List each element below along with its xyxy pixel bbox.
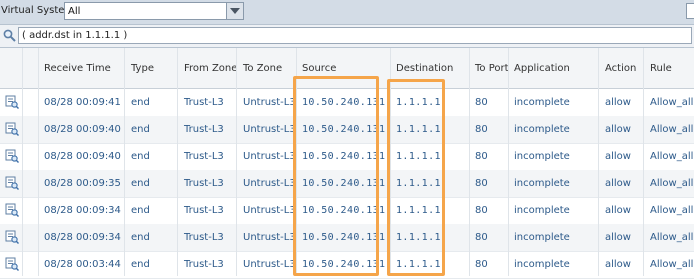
cell-receive-time: 08/28 00:03:44	[44, 259, 121, 270]
cell-type: end	[131, 97, 150, 108]
column-header-type[interactable]: Type	[131, 63, 154, 74]
cell-to-port: 80	[475, 151, 488, 162]
cell-receive-time: 08/28 00:09:34	[44, 205, 121, 216]
cell-action: allow	[605, 124, 631, 135]
detail-view-icon[interactable]	[5, 95, 19, 112]
filter-bar: ( addr.dst in 1.1.1.1 )	[0, 25, 694, 48]
cell-from-zone: Trust-L3	[184, 178, 224, 189]
detail-view-icon[interactable]	[5, 203, 19, 220]
chevron-down-icon[interactable]	[226, 3, 243, 19]
cell-to-zone: Untrust-L3	[243, 205, 296, 216]
cell-to-port: 80	[475, 124, 488, 135]
cell-receive-time: 08/28 00:09:40	[44, 151, 121, 162]
cell-from-zone: Trust-L3	[184, 205, 224, 216]
cell-from-zone: Trust-L3	[184, 259, 224, 270]
detail-view-icon[interactable]	[5, 230, 19, 247]
cell-action: allow	[605, 178, 631, 189]
cell-type: end	[131, 259, 150, 270]
column-header-rule[interactable]: Rule	[650, 63, 672, 74]
cell-rule: Allow_all	[650, 97, 694, 108]
cell-type: end	[131, 124, 150, 135]
column-header-action[interactable]: Action	[605, 63, 636, 74]
cell-type: end	[131, 151, 150, 162]
cell-receive-time: 08/28 00:09:40	[44, 124, 121, 135]
cell-action: allow	[605, 151, 631, 162]
column-divider[interactable]	[643, 48, 644, 276]
cell-receive-time: 08/28 00:09:35	[44, 178, 121, 189]
filter-input[interactable]: ( addr.dst in 1.1.1.1 )	[18, 27, 692, 44]
detail-view-icon[interactable]	[5, 122, 19, 139]
cell-to-port: 80	[475, 205, 488, 216]
cell-receive-time: 08/28 00:09:41	[44, 97, 121, 108]
cell-application: incomplete	[514, 151, 570, 162]
cell-rule: Allow_all	[650, 232, 694, 243]
cell-from-zone: Trust-L3	[184, 124, 224, 135]
column-divider[interactable]	[508, 48, 509, 276]
cell-action: allow	[605, 205, 631, 216]
cell-type: end	[131, 232, 150, 243]
column-divider[interactable]	[22, 48, 23, 276]
detail-view-icon[interactable]	[5, 257, 19, 274]
column-header-application[interactable]: Application	[514, 63, 570, 74]
cell-application: incomplete	[514, 124, 570, 135]
cell-to-zone: Untrust-L3	[243, 178, 296, 189]
cell-action: allow	[605, 232, 631, 243]
cell-to-port: 80	[475, 259, 488, 270]
destination-column-highlight	[387, 79, 445, 276]
column-header-destination[interactable]: Destination	[396, 63, 453, 74]
magnifier-icon[interactable]	[3, 29, 16, 45]
filter-query: ( addr.dst in 1.1.1.1 )	[22, 30, 128, 41]
cell-application: incomplete	[514, 232, 570, 243]
cell-rule: Allow_all	[650, 205, 694, 216]
cell-from-zone: Trust-L3	[184, 97, 224, 108]
cell-type: end	[131, 178, 150, 189]
column-divider[interactable]	[598, 48, 599, 276]
cell-to-port: 80	[475, 232, 488, 243]
cell-action: allow	[605, 97, 631, 108]
cell-rule: Allow_all	[650, 124, 694, 135]
cell-to-zone: Untrust-L3	[243, 97, 296, 108]
cell-to-zone: Untrust-L3	[243, 232, 296, 243]
cell-application: incomplete	[514, 178, 570, 189]
cell-rule: Allow_all	[650, 151, 694, 162]
cell-to-port: 80	[475, 97, 488, 108]
cell-from-zone: Trust-L3	[184, 232, 224, 243]
virtual-system-value: All	[68, 6, 81, 17]
toolbar-corner-button[interactable]	[686, 3, 694, 19]
cell-application: incomplete	[514, 259, 570, 270]
cell-rule: Allow_all	[650, 259, 694, 270]
detail-view-icon[interactable]	[5, 149, 19, 166]
cell-application: incomplete	[514, 205, 570, 216]
cell-receive-time: 08/28 00:09:34	[44, 232, 121, 243]
column-divider[interactable]	[38, 48, 39, 276]
source-column-highlight	[293, 76, 379, 276]
detail-view-icon[interactable]	[5, 176, 19, 193]
virtual-system-select[interactable]: All	[64, 2, 244, 20]
cell-type: end	[131, 205, 150, 216]
cell-rule: Allow_all	[650, 178, 694, 189]
column-header-from-zone[interactable]: From Zone	[184, 63, 237, 74]
column-divider[interactable]	[469, 48, 470, 276]
column-header-source[interactable]: Source	[302, 63, 336, 74]
column-header-to-zone[interactable]: To Zone	[243, 63, 282, 74]
column-header-to-port[interactable]: To Port	[475, 63, 509, 74]
cell-from-zone: Trust-L3	[184, 151, 224, 162]
column-divider[interactable]	[236, 48, 237, 276]
column-divider[interactable]	[124, 48, 125, 276]
cell-to-zone: Untrust-L3	[243, 259, 296, 270]
cell-action: allow	[605, 259, 631, 270]
column-divider[interactable]	[177, 48, 178, 276]
cell-to-zone: Untrust-L3	[243, 151, 296, 162]
toolbar: Virtual System All	[0, 0, 694, 25]
cell-to-port: 80	[475, 178, 488, 189]
cell-application: incomplete	[514, 97, 570, 108]
column-header-receive-time[interactable]: Receive Time	[44, 63, 111, 74]
cell-to-zone: Untrust-L3	[243, 124, 296, 135]
